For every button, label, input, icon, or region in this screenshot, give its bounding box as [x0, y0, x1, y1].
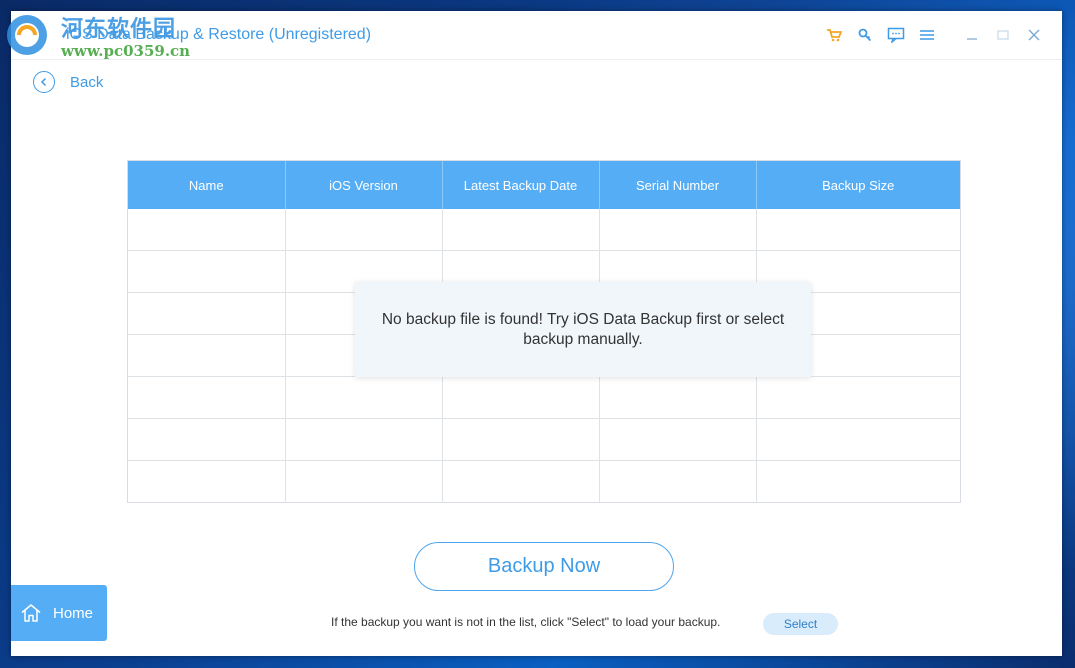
- table-row: [128, 460, 960, 503]
- table-cell: [285, 376, 443, 419]
- maximize-icon: [997, 30, 1009, 40]
- menu-button[interactable]: [917, 25, 937, 45]
- table-cell: [756, 461, 960, 503]
- select-hint-text: If the backup you want is not in the lis…: [331, 615, 721, 629]
- empty-message-text: No backup file is found! Try iOS Data Ba…: [381, 310, 785, 348]
- table-cell: [285, 209, 443, 251]
- table-cell: [599, 376, 757, 419]
- key-icon: [858, 28, 872, 42]
- table-cell: [599, 209, 757, 251]
- table-cell: [442, 376, 600, 419]
- table-cell: [128, 209, 286, 251]
- minimize-button[interactable]: [962, 25, 982, 45]
- back-button[interactable]: Back: [33, 69, 103, 95]
- watermark-url: www.pc0359.cn: [61, 42, 191, 60]
- feedback-button[interactable]: [886, 25, 906, 45]
- table-cell: [756, 418, 960, 461]
- minimize-icon: [967, 38, 977, 40]
- back-circle: [33, 71, 55, 93]
- menu-icon: [920, 30, 934, 40]
- table-cell: [442, 418, 600, 461]
- app-title: iOS Data Backup & Restore (Unregistered): [66, 26, 372, 43]
- table-row: [128, 209, 960, 251]
- table-cell: [128, 292, 286, 335]
- table-cell: [599, 418, 757, 461]
- select-button[interactable]: Select: [763, 613, 838, 635]
- table-cell: [128, 376, 286, 419]
- close-icon: [1028, 29, 1040, 41]
- table-cell: [128, 334, 286, 377]
- table-cell: [599, 460, 757, 502]
- home-button[interactable]: Home: [11, 585, 107, 641]
- table-cell: [756, 376, 960, 419]
- table-header-row: Name iOS Version Latest Backup Date Seri…: [128, 161, 960, 209]
- title-bar: 河东软件园 www.pc0359.cn iOS Data Backup & Re…: [7, 11, 1062, 60]
- maximize-button[interactable]: [993, 25, 1013, 45]
- home-icon: [21, 604, 41, 622]
- cart-button[interactable]: [824, 25, 844, 45]
- close-button[interactable]: [1024, 25, 1044, 45]
- column-header-ios-version[interactable]: iOS Version: [285, 161, 443, 209]
- home-label: Home: [53, 604, 94, 622]
- table-row: [128, 376, 960, 419]
- column-header-latest-backup-date[interactable]: Latest Backup Date: [442, 161, 600, 209]
- cart-icon: [827, 29, 842, 42]
- chevron-left-icon: [40, 77, 47, 87]
- feedback-icon: [887, 27, 905, 43]
- empty-message-popup: No backup file is found! Try iOS Data Ba…: [355, 282, 811, 377]
- app-window: 河东软件园 www.pc0359.cn iOS Data Backup & Re…: [7, 11, 1062, 656]
- column-header-name[interactable]: Name: [128, 161, 286, 209]
- title-actions: [813, 25, 1044, 45]
- app-logo-icon: [7, 15, 47, 55]
- table-cell: [285, 460, 443, 502]
- table-cell: [285, 418, 443, 461]
- table-cell: [756, 209, 960, 251]
- table-cell: [442, 209, 600, 251]
- backup-now-button[interactable]: Backup Now: [414, 542, 674, 591]
- column-header-serial-number[interactable]: Serial Number: [599, 161, 757, 209]
- column-header-backup-size[interactable]: Backup Size: [756, 161, 960, 209]
- table-cell: [128, 250, 286, 293]
- table-cell: [442, 460, 600, 502]
- register-button[interactable]: [855, 25, 875, 45]
- table-cell: [128, 418, 286, 461]
- back-label: Back: [70, 73, 104, 91]
- table-cell: [128, 460, 286, 502]
- table-row: [128, 418, 960, 461]
